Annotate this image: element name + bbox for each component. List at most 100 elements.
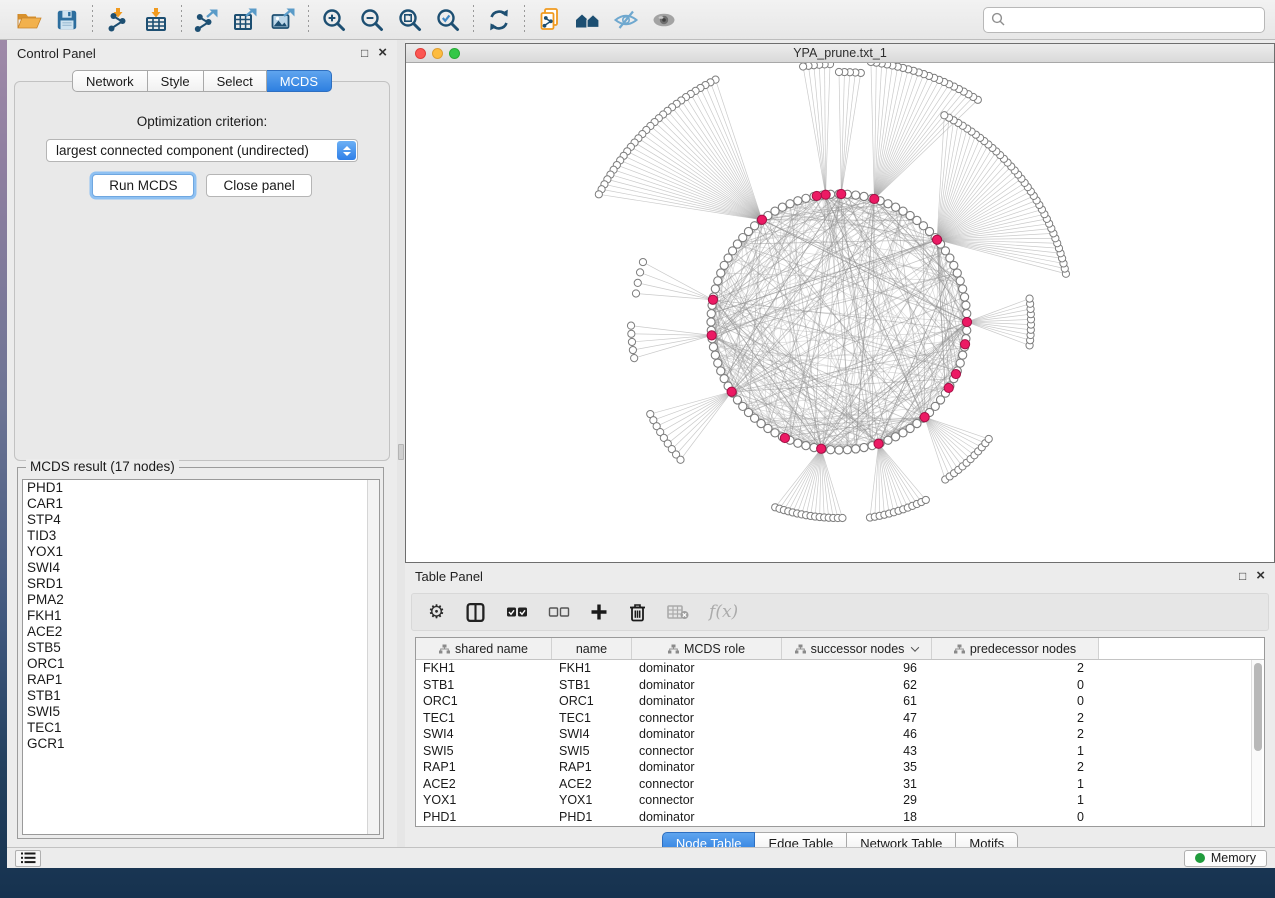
close-panel-icon[interactable]: × <box>378 47 387 59</box>
mcds-result-item[interactable]: CAR1 <box>23 496 379 512</box>
mcds-hub-node[interactable] <box>932 235 941 244</box>
cell-mcds-role[interactable]: connector <box>632 743 782 760</box>
network-node[interactable] <box>794 439 802 447</box>
network-node[interactable] <box>709 343 717 351</box>
network-leaf-node[interactable] <box>627 322 634 329</box>
table-settings-gear-icon[interactable]: ⚙ <box>428 601 445 623</box>
cell-filler[interactable] <box>1099 660 1264 677</box>
network-node[interactable] <box>711 285 719 293</box>
mcds-hub-node[interactable] <box>727 387 736 396</box>
cell-filler[interactable] <box>1099 809 1264 826</box>
show-all-button[interactable] <box>645 4 683 36</box>
cell-successor-nodes[interactable]: 31 <box>782 776 932 793</box>
cell-filler[interactable] <box>1099 792 1264 809</box>
search-input[interactable] <box>983 7 1265 33</box>
mcds-result-item[interactable]: GCR1 <box>23 736 379 752</box>
mcds-result-item[interactable]: STB5 <box>23 640 379 656</box>
network-node[interactable] <box>794 197 802 205</box>
network-node[interactable] <box>835 446 843 454</box>
import-network-button[interactable] <box>99 4 137 36</box>
network-node[interactable] <box>959 285 967 293</box>
close-panel-button[interactable]: Close panel <box>206 174 311 197</box>
table-row[interactable]: YOX1YOX1connector291 <box>416 792 1264 809</box>
mcds-result-item[interactable]: SWI5 <box>23 704 379 720</box>
delete-column-button[interactable] <box>628 601 647 623</box>
cell-shared-name[interactable]: STB1 <box>416 677 552 694</box>
task-history-button[interactable] <box>15 850 41 867</box>
cell-name[interactable]: TEC1 <box>552 710 632 727</box>
network-node[interactable] <box>959 351 967 359</box>
cell-name[interactable]: PHD1 <box>552 809 632 826</box>
network-leaf-node[interactable] <box>1026 295 1033 302</box>
network-leaf-node[interactable] <box>628 338 635 345</box>
table-scrollbar[interactable] <box>1251 660 1262 826</box>
network-node[interactable] <box>717 367 725 375</box>
network-node[interactable] <box>884 200 892 208</box>
network-node[interactable] <box>892 203 900 211</box>
close-panel-icon[interactable]: × <box>1256 570 1265 582</box>
vertical-splitter[interactable] <box>397 40 405 847</box>
mcds-hub-node[interactable] <box>874 439 883 448</box>
mcds-result-item[interactable]: PMA2 <box>23 592 379 608</box>
export-network-button[interactable] <box>188 4 226 36</box>
window-zoom-button[interactable] <box>449 48 460 59</box>
mcds-hub-node[interactable] <box>821 190 830 199</box>
table-row[interactable]: FKH1FKH1dominator962 <box>416 660 1264 677</box>
cell-mcds-role[interactable]: dominator <box>632 677 782 694</box>
cell-mcds-role[interactable]: connector <box>632 792 782 809</box>
cell-shared-name[interactable]: YOX1 <box>416 792 552 809</box>
network-node[interactable] <box>956 277 964 285</box>
cell-predecessor-nodes[interactable]: 0 <box>932 693 1099 710</box>
mcds-hub-node[interactable] <box>780 433 789 442</box>
mcds-hub-node[interactable] <box>962 317 971 326</box>
show-columns-icon[interactable] <box>465 601 486 623</box>
cell-mcds-role[interactable]: dominator <box>632 660 782 677</box>
cell-shared-name[interactable]: FKH1 <box>416 660 552 677</box>
cell-predecessor-nodes[interactable]: 1 <box>932 743 1099 760</box>
zoom-out-button[interactable] <box>353 4 391 36</box>
network-node[interactable] <box>860 443 868 451</box>
network-node[interactable] <box>953 269 961 277</box>
cell-shared-name[interactable]: ORC1 <box>416 693 552 710</box>
table-row[interactable]: TEC1TEC1connector472 <box>416 710 1264 727</box>
network-leaf-node[interactable] <box>835 68 842 75</box>
cell-filler[interactable] <box>1099 743 1264 760</box>
mcds-hub-node[interactable] <box>707 331 716 340</box>
cell-shared-name[interactable]: ACE2 <box>416 776 552 793</box>
mcds-result-item[interactable]: STP4 <box>23 512 379 528</box>
mcds-hub-node[interactable] <box>870 194 879 203</box>
save-session-button[interactable] <box>48 4 86 36</box>
network-titlebar[interactable]: YPA_prune.txt_1 <box>406 44 1274 63</box>
cell-filler[interactable] <box>1099 710 1264 727</box>
network-leaf-node[interactable] <box>922 496 929 503</box>
cell-predecessor-nodes[interactable]: 0 <box>932 677 1099 694</box>
network-leaf-node[interactable] <box>639 258 646 265</box>
cell-mcds-role[interactable]: connector <box>632 776 782 793</box>
mcds-result-item[interactable]: ACE2 <box>23 624 379 640</box>
network-graph[interactable] <box>406 63 1274 562</box>
mcds-result-item[interactable]: STB1 <box>23 688 379 704</box>
network-node[interactable] <box>852 445 860 453</box>
cell-successor-nodes[interactable]: 29 <box>782 792 932 809</box>
mcds-hub-node[interactable] <box>920 413 929 422</box>
network-node[interactable] <box>963 326 971 334</box>
zoom-selected-button[interactable] <box>429 4 467 36</box>
mcds-hub-node[interactable] <box>837 189 846 198</box>
mcds-hub-node[interactable] <box>951 369 960 378</box>
network-leaf-node[interactable] <box>677 456 684 463</box>
cell-name[interactable]: STB1 <box>552 677 632 694</box>
column-header-shared-name[interactable]: shared name <box>416 638 552 659</box>
mcds-result-item[interactable]: YOX1 <box>23 544 379 560</box>
network-node[interactable] <box>960 293 968 301</box>
cell-predecessor-nodes[interactable]: 2 <box>932 660 1099 677</box>
export-table-button[interactable] <box>226 4 264 36</box>
mcds-hub-node[interactable] <box>960 340 969 349</box>
mcds-result-item[interactable]: TEC1 <box>23 720 379 736</box>
network-leaf-node[interactable] <box>632 290 639 297</box>
new-network-from-selection-button[interactable] <box>531 4 569 36</box>
cell-name[interactable]: ACE2 <box>552 776 632 793</box>
mcds-result-item[interactable]: SRD1 <box>23 576 379 592</box>
network-node[interactable] <box>711 351 719 359</box>
column-header-predecessor-nodes[interactable]: predecessor nodes <box>932 638 1099 659</box>
cell-name[interactable]: RAP1 <box>552 759 632 776</box>
